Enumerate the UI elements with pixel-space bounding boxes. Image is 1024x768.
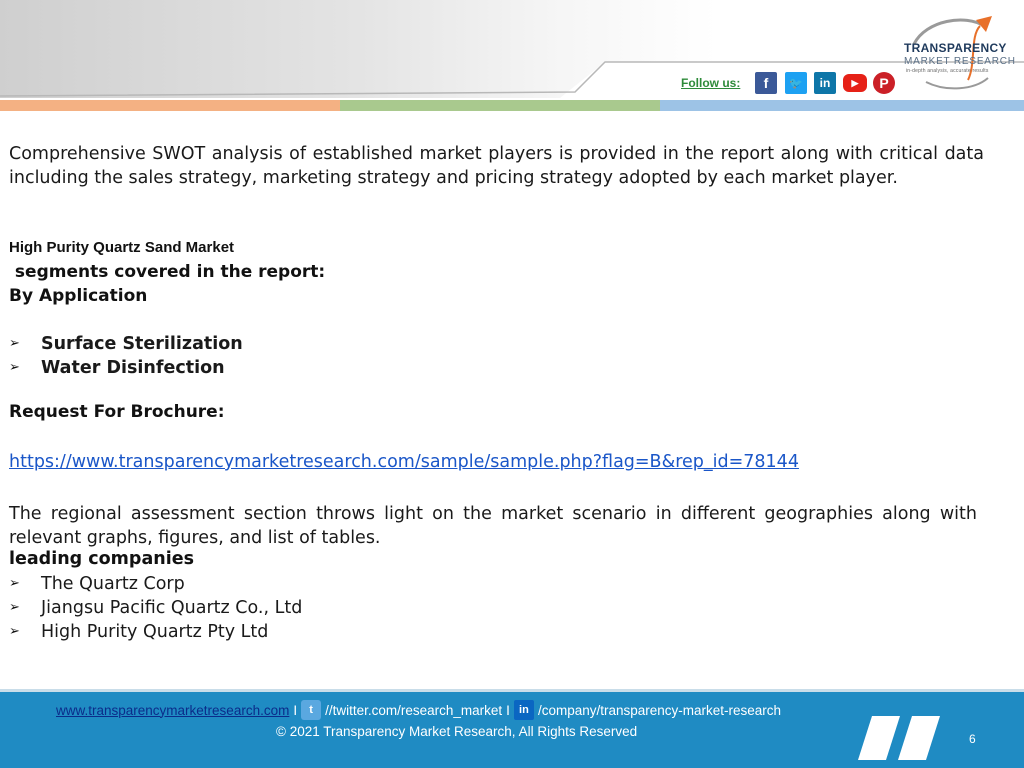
arrow-bullet-icon: ➢	[9, 624, 20, 639]
company-item: High Purity Quartz Pty Ltd	[41, 622, 269, 642]
page-number: 6	[969, 732, 976, 746]
facebook-icon[interactable]: f	[755, 72, 777, 94]
list-item: ➢ Surface Sterilization	[9, 332, 243, 356]
twitter-icon[interactable]: t	[301, 700, 322, 720]
logo-name: TRANSPARENCY	[904, 41, 1007, 55]
application-list: ➢ Surface Sterilization ➢ Water Disinfecti…	[9, 332, 243, 380]
website-link[interactable]: www.transparencymarketresearch.com	[56, 703, 289, 718]
slide-header: TRANSPARENCY MARKET RESEARCH in-depth an…	[0, 0, 1024, 112]
twitter-icon[interactable]: 🐦	[785, 72, 807, 94]
separator: I	[506, 702, 510, 718]
youtube-icon[interactable]: ▶	[843, 74, 867, 92]
application-item: Surface Sterilization	[41, 334, 243, 354]
arrow-bullet-icon: ➢	[9, 336, 20, 351]
leading-companies-heading: leading companies	[9, 549, 194, 569]
list-item: ➢ Jiangsu Pacific Quartz Co., Ltd	[9, 596, 302, 620]
by-application-heading: By Application	[9, 286, 148, 306]
company-list: ➢ The Quartz Corp ➢ Jiangsu Pacific Quartz…	[9, 572, 302, 644]
slash-decoration-icon	[858, 716, 940, 760]
market-title: High Purity Quartz Sand Market	[9, 239, 235, 256]
blue-bar	[660, 100, 1024, 111]
pinterest-icon[interactable]: P	[873, 72, 895, 94]
list-item: ➢ Water Disinfection	[9, 356, 243, 380]
logo-tagline: in-depth analysis, accurate results	[906, 68, 989, 74]
follow-us-label[interactable]: Follow us:	[681, 76, 740, 90]
arrow-bullet-icon: ➢	[9, 576, 20, 591]
separator: I	[293, 702, 298, 718]
footer-links: www.transparencymarketresearch.com I t /…	[56, 700, 781, 720]
copyright: © 2021 Transparency Market Research, All…	[276, 724, 638, 739]
arrow-bullet-icon: ➢	[9, 600, 20, 615]
logo-subtitle: MARKET RESEARCH	[904, 56, 1016, 67]
company-item: The Quartz Corp	[41, 574, 185, 594]
orange-bar	[0, 100, 340, 111]
segments-heading: segments covered in the report:	[9, 262, 325, 282]
company-item: Jiangsu Pacific Quartz Co., Ltd	[41, 598, 303, 618]
linkedin-icon[interactable]: in	[814, 72, 836, 94]
list-item: ➢ High Purity Quartz Pty Ltd	[9, 620, 302, 644]
regional-paragraph: The regional assessment section throws l…	[9, 504, 977, 548]
header-color-bars	[0, 100, 1024, 111]
linkedin-link[interactable]: /company/transparency-market-research	[538, 703, 781, 718]
intro-text: Comprehensive SWOT analysis of establish…	[9, 144, 984, 188]
list-item: ➢ The Quartz Corp	[9, 572, 302, 596]
green-bar	[340, 100, 660, 111]
segments-heading-text: segments covered in the report:	[14, 262, 326, 282]
header-curve	[0, 0, 1024, 98]
arrow-bullet-icon: ➢	[9, 360, 20, 375]
intro-paragraph: Comprehensive SWOT analysis of establish…	[9, 142, 984, 190]
application-item: Water Disinfection	[41, 358, 225, 378]
linkedin-icon[interactable]: in	[513, 700, 534, 720]
brochure-link[interactable]: https://www.transparencymarketresearch.c…	[9, 452, 799, 472]
twitter-link[interactable]: //twitter.com/research_market	[325, 703, 502, 718]
request-brochure-label: Request For Brochure:	[9, 402, 225, 422]
